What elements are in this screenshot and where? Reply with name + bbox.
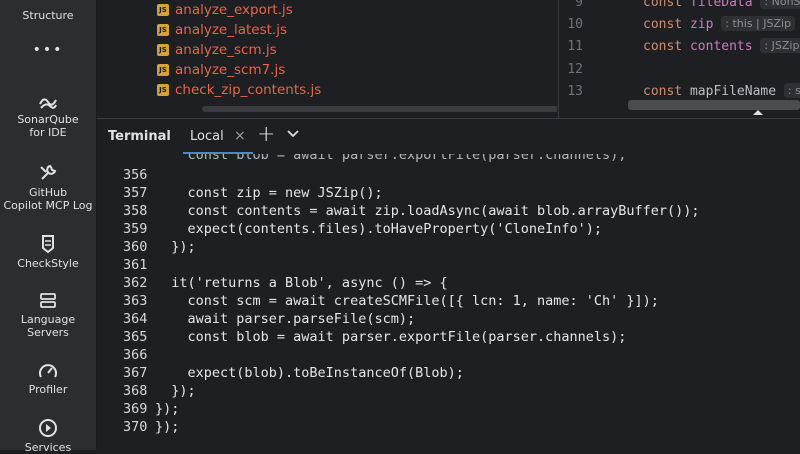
tool-language-servers[interactable]: Language Servers: [0, 292, 96, 339]
terminal-line: 363 const scm = await createSCMFile([{ l…: [123, 293, 659, 309]
file-name: analyze_scm.js: [175, 42, 277, 58]
terminal-line: 370});: [123, 419, 180, 435]
identifier: mapFileName: [689, 84, 777, 99]
file-item[interactable]: JS analyze_scm.js: [97, 40, 557, 60]
checkstyle-label: CheckStyle: [17, 257, 79, 270]
js-file-icon: JS: [157, 64, 169, 76]
tool-profiler[interactable]: Profiler: [0, 362, 96, 396]
tool-checkstyle[interactable]: CheckStyle: [0, 234, 96, 270]
servers-icon: [40, 293, 56, 308]
js-file-icon: JS: [157, 84, 169, 96]
terminal-line: 368 });: [123, 383, 196, 399]
identifier: fileData: [689, 0, 753, 10]
profiler-label: Profiler: [28, 383, 68, 396]
more-icon: •••: [32, 42, 64, 58]
file-item[interactable]: JS analyze_latest.js: [97, 20, 557, 40]
file-name: check_zip_contents.js: [175, 82, 322, 98]
tab-local[interactable]: Local: [190, 129, 224, 144]
line-number: 9: [575, 0, 583, 10]
identifier: contents: [689, 39, 753, 54]
type-hint: : JSZip: [760, 38, 800, 53]
keyword: const: [643, 84, 683, 99]
file-item[interactable]: JS analyze_scm7.js: [97, 60, 557, 80]
keyword: const: [643, 17, 683, 32]
services-icon: [39, 419, 57, 437]
editor-line: 11 const contents : JSZip: [559, 36, 800, 58]
copilot-label: GitHub Copilot MCP Log: [3, 186, 93, 212]
project-tree: JS analyze_export.js JS analyze_latest.j…: [97, 0, 557, 118]
file-name: analyze_scm7.js: [175, 62, 286, 78]
type-hint: : this | JSZip: [721, 16, 796, 31]
terminal-line: 358 const contents = await zip.loadAsync…: [123, 203, 700, 219]
checkstyle-icon: [42, 235, 54, 254]
structure-label: Structure: [22, 9, 74, 22]
more-tools-button[interactable]: •••: [0, 42, 96, 58]
terminal-line: 356: [123, 167, 148, 183]
tool-structure[interactable]: Structure: [0, 9, 96, 22]
file-name: analyze_latest.js: [175, 22, 288, 38]
wrench-icon: [40, 164, 57, 180]
editor-horizontal-scrollbar[interactable]: [628, 100, 800, 110]
tool-services[interactable]: Services: [0, 418, 96, 454]
keyword: const: [643, 39, 683, 54]
file-item[interactable]: JS analyze_export.js: [97, 0, 557, 20]
tool-sonarqube[interactable]: SonarQube for IDE: [0, 94, 96, 139]
close-icon[interactable]: ×: [234, 128, 246, 144]
services-label: Services: [24, 441, 72, 454]
chevron-down-icon[interactable]: [287, 127, 299, 142]
type-hint: : st: [783, 83, 800, 98]
editor-line: 12: [559, 59, 800, 81]
line-number: 13: [567, 84, 583, 99]
js-file-icon: JS: [157, 24, 169, 36]
terminal-line: 366: [123, 347, 148, 363]
terminal-line: 364 await parser.parseFile(scm);: [123, 311, 416, 327]
terminal-title: Terminal: [108, 129, 171, 144]
project-horizontal-scrollbar[interactable]: [202, 106, 557, 112]
js-file-icon: JS: [157, 4, 169, 16]
terminal-line: const blob = await parser.exportFile(par…: [155, 154, 627, 163]
terminal-output[interactable]: const blob = await parser.exportFile(par…: [97, 154, 800, 450]
keyword: const: [643, 0, 683, 10]
editor-line: 10 const zip : this | JSZip: [559, 14, 800, 36]
terminal-line: 360 });: [123, 239, 196, 255]
line-number: 12: [567, 62, 583, 77]
sonarqube-icon: [39, 98, 57, 109]
profiler-icon: [39, 364, 57, 378]
terminal-line: 359 expect(contents.files).toHavePropert…: [123, 221, 603, 237]
terminal-line: 361: [123, 257, 148, 273]
tool-window-strip: Structure ••• SonarQube for IDE GitHub C…: [0, 0, 97, 454]
line-number: 11: [567, 39, 583, 54]
sonarqube-label: SonarQube for IDE: [17, 113, 79, 139]
line-number: 10: [567, 17, 583, 32]
identifier: zip: [689, 17, 714, 32]
new-tab-button[interactable]: +: [257, 122, 275, 147]
terminal-line: 369});: [123, 401, 180, 417]
terminal-line: 357 const zip = new JSZip();: [123, 185, 383, 201]
terminal-header: Terminal Local × +: [97, 118, 800, 155]
type-hint: : NonSt: [760, 0, 800, 9]
language-servers-label: Language Servers: [20, 313, 76, 339]
terminal-line: 365 const blob = await parser.exportFile…: [123, 329, 627, 345]
terminal-line: 362 it('returns a Blob', async () => {: [123, 275, 448, 291]
file-name: analyze_export.js: [175, 2, 293, 18]
editor-line: 9 const fileData : NonSt: [559, 0, 800, 14]
file-item[interactable]: JS check_zip_contents.js: [97, 80, 557, 100]
terminal-line: 367 expect(blob).toBeInstanceOf(Blob);: [123, 365, 464, 381]
js-file-icon: JS: [157, 44, 169, 56]
tool-github-copilot[interactable]: GitHub Copilot MCP Log: [0, 163, 96, 212]
